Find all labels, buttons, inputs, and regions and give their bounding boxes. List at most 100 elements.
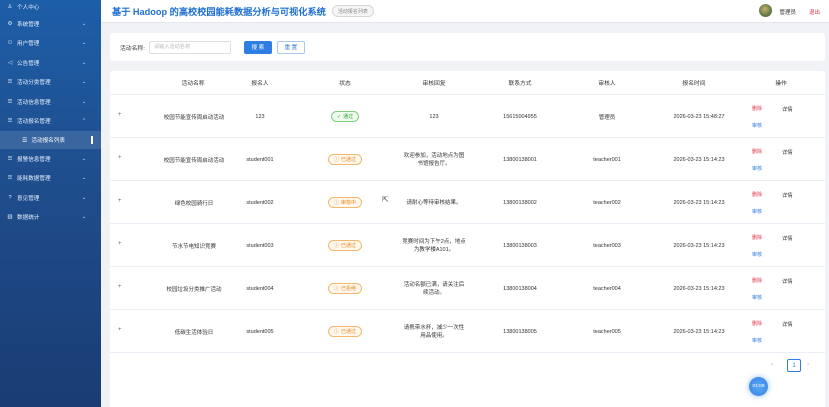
delete-button[interactable]: 删除 <box>752 105 762 112</box>
status-badge: ⓘ 已通过 <box>327 326 363 337</box>
list-icon: ☰ <box>7 155 13 162</box>
signup-time: 2026-03-23 15:48:27 <box>673 113 725 120</box>
delete-button[interactable]: 删除 <box>752 148 762 155</box>
contact: 13800138002 <box>503 199 537 206</box>
sidebar-item-activity-signup[interactable]: ☰ 活动报名管理 ⌃ <box>0 112 101 132</box>
applicant: student002 <box>246 199 274 206</box>
sidebar-item-energy-data[interactable]: ☰ 能耗数据管理 ⌄ <box>0 169 101 189</box>
chevron-up-icon: ⌃ <box>81 118 86 125</box>
active-indicator <box>91 136 93 144</box>
expand-row-button[interactable]: + <box>118 198 122 204</box>
delete-button[interactable]: 删除 <box>752 191 762 198</box>
expand-row-button[interactable]: + <box>118 112 122 118</box>
signup-time: 2026-03-23 15:14:23 <box>673 242 725 249</box>
chevron-down-icon: ⌄ <box>81 155 86 162</box>
status-cell: ⓘ 已通过 <box>305 138 385 181</box>
status-icon: ⓘ <box>333 286 339 292</box>
sidebar-item-users[interactable]: ⚇ 用户管理 ⌄ <box>0 34 101 54</box>
search-button[interactable]: 搜 索 <box>243 40 272 54</box>
chevron-down-icon: ⌄ <box>81 214 86 221</box>
breadcrumb-tag[interactable]: 活动报名列表 <box>331 5 374 17</box>
review-button[interactable]: 审核 <box>752 208 762 215</box>
sidebar-item-alarm[interactable]: ☰ 报警信息管理 ⌄ <box>0 149 101 169</box>
question-icon: ? <box>8 194 12 201</box>
sidebar-item-label: 活动报名管理 <box>17 119 51 126</box>
status-cell: ✓ 通过 <box>305 95 385 138</box>
review-button[interactable]: 审核 <box>752 251 762 258</box>
expand-row-button[interactable]: + <box>118 327 122 333</box>
reply-line: 请耐心等待审核结果。 <box>406 199 462 206</box>
search-panel: 活动名称: 搜 索 重 置 <box>110 33 825 61</box>
status-badge: ⓘ 审核中 <box>327 197 363 208</box>
sidebar-item-announcements[interactable]: ◁ 公告管理 ⌄ <box>0 53 101 73</box>
delete-button[interactable]: 删除 <box>752 320 762 327</box>
sidebar-item-label: 个人中心 <box>17 5 40 11</box>
col-header: 操作 <box>775 81 787 87</box>
applicant: student004 <box>246 285 274 292</box>
chevron-down-icon: ⌄ <box>81 79 86 86</box>
sidebar: ♙ 个人中心 ⚙ 系统管理 ⌄ ⚇ 用户管理 ⌄ ◁ 公告管理 ⌄ ☰ 活动分类… <box>0 0 101 407</box>
next-page-button[interactable]: › <box>807 362 809 368</box>
sidebar-item-label: 系统管理 <box>17 21 40 28</box>
reviewer: teacher003 <box>593 242 621 249</box>
status-icon: ⓘ <box>333 200 339 206</box>
status-text: 已通过 <box>341 243 357 249</box>
reply-line: 123 <box>429 113 439 120</box>
review-button[interactable]: 审核 <box>752 337 762 344</box>
sidebar-item-statistics[interactable]: ▥ 数据统计 ⌄ <box>0 208 101 228</box>
expand-row-button[interactable]: + <box>118 155 122 161</box>
reviewer: teacher002 <box>593 199 621 206</box>
chevron-down-icon: ⌄ <box>81 175 86 182</box>
table-row: + 校园垃圾分类推广活动 student004 ⓘ 已拒绝 活动名额已满，请关注后 续活动。… <box>110 267 825 310</box>
col-header: 报名时间 <box>682 81 706 87</box>
sidebar-subitem-signup-list[interactable]: ☰ 活动报名列表 <box>0 131 101 149</box>
search-label: 活动名称: <box>120 45 145 52</box>
delete-button[interactable]: 删除 <box>752 277 762 284</box>
users-icon: ⚇ <box>7 40 13 47</box>
sidebar-item-personal-center[interactable]: ♙ 个人中心 <box>0 0 101 14</box>
person-icon: ♙ <box>7 4 13 10</box>
contact: 13800138005 <box>503 328 537 335</box>
expand-row-button[interactable]: + <box>118 284 122 290</box>
review-button[interactable]: 审核 <box>752 165 762 172</box>
signup-time: 2026-03-23 15:14:23 <box>673 199 725 206</box>
sidebar-item-label: 用户管理 <box>17 41 40 48</box>
detail-button[interactable]: 详情 <box>782 320 793 328</box>
status-badge: ⓘ 已通过 <box>327 240 363 251</box>
detail-button[interactable]: 详情 <box>782 105 793 113</box>
avatar[interactable] <box>759 4 772 17</box>
status-icon: ✓ <box>336 113 342 120</box>
logout-link[interactable]: 退出 <box>809 8 820 16</box>
status-cell: ⓘ 审核中 <box>305 181 385 224</box>
detail-button[interactable]: 详情 <box>782 277 793 285</box>
delete-button[interactable]: 删除 <box>752 234 762 241</box>
sidebar-item-label: 公告管理 <box>17 60 40 67</box>
chevron-down-icon: ⌄ <box>81 59 86 66</box>
prev-page-button[interactable]: ‹ <box>771 362 773 368</box>
floating-timer-button[interactable]: 01:09 <box>749 377 768 396</box>
sidebar-subitem-label: 活动报名列表 <box>31 138 65 144</box>
detail-button[interactable]: 详情 <box>782 148 793 156</box>
search-input[interactable] <box>148 40 231 54</box>
review-reply: 竞赛时间为下午2点，地点 为教学楼A101。 <box>386 224 482 267</box>
sidebar-item-activity-info[interactable]: ☰ 活动信息管理 ⌄ <box>0 92 101 112</box>
sidebar-item-system[interactable]: ⚙ 系统管理 ⌄ <box>0 14 101 34</box>
detail-button[interactable]: 详情 <box>782 234 793 242</box>
page-number-button[interactable]: 1 <box>787 359 801 372</box>
reply-line: 欢迎参加，活动地点为图 <box>403 152 465 159</box>
chevron-down-icon: ⌄ <box>81 194 86 201</box>
col-header: 活动名称 <box>181 81 205 87</box>
col-header: 状态 <box>339 81 351 87</box>
detail-button[interactable]: 详情 <box>782 191 793 199</box>
user-name: 管理员 <box>779 10 796 16</box>
signup-time: 2026-03-23 15:14:23 <box>673 156 725 163</box>
sidebar-item-feedback[interactable]: ? 意见管理 ⌄ <box>0 188 101 208</box>
sidebar-item-activity-category[interactable]: ☰ 活动分类管理 ⌄ <box>0 73 101 93</box>
reviewer: teacher001 <box>593 156 621 163</box>
review-button[interactable]: 审核 <box>752 294 762 301</box>
reset-button[interactable]: 重 置 <box>276 40 305 54</box>
review-button[interactable]: 审核 <box>752 122 762 129</box>
contact: 13800138001 <box>503 156 537 163</box>
reply-line: 活动名额已满，请关注后 <box>403 281 465 288</box>
expand-row-button[interactable]: + <box>118 241 122 247</box>
